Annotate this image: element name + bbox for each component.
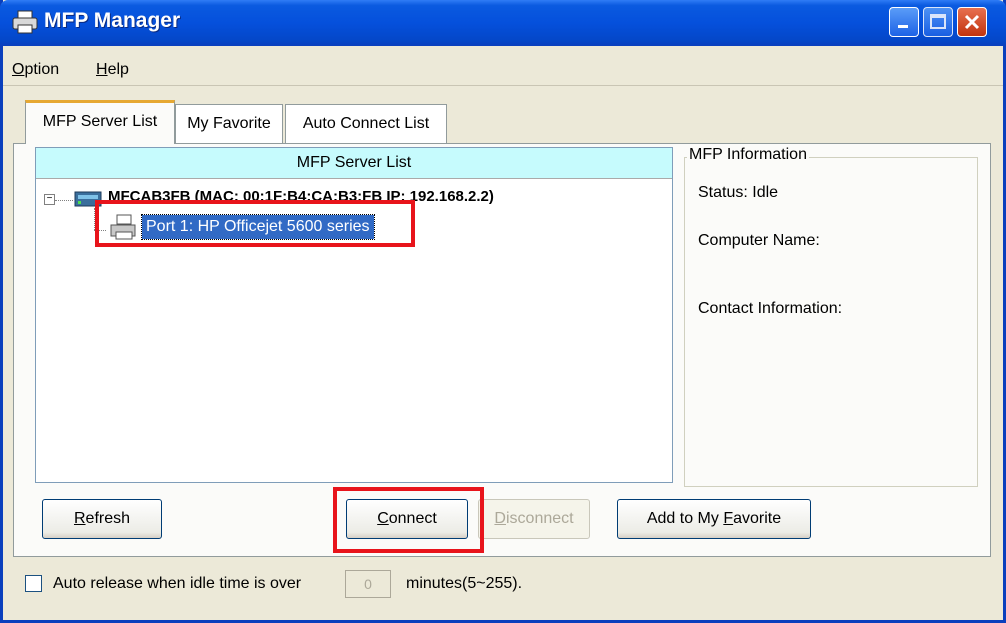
menu-help-mnemonic: H [96, 61, 108, 78]
refresh-label: efresh [85, 510, 131, 527]
disconnect-button[interactable]: Disconnect [478, 499, 590, 539]
menu-option-mnemonic: O [12, 61, 25, 78]
disconnect-mnemonic: D [494, 510, 506, 527]
tab-mfp-server-list[interactable]: MFP Server List [25, 100, 175, 144]
highlight-connect-box [333, 487, 484, 553]
idle-time-suffix: minutes(5~255). [406, 575, 523, 592]
refresh-mnemonic: R [73, 510, 86, 527]
favorite-mnemonic: F [723, 510, 734, 527]
server-list-tree[interactable]: MFP Server List − MFCAB3FB (MAC: 00:1F:B… [35, 147, 673, 483]
title-bar[interactable]: MFP Manager [0, 0, 1006, 46]
collapse-toggle[interactable]: − [44, 194, 55, 205]
highlight-port-box [95, 200, 415, 247]
computer-name-text: Computer Name: [698, 232, 820, 249]
favorite-label-prefix: Add to My [646, 510, 724, 527]
contact-info-text: Contact Information: [698, 300, 843, 317]
printer-icon [12, 10, 38, 34]
auto-release-label: Auto release when idle time is over [53, 575, 302, 592]
status-text: Status: Idle [698, 184, 779, 201]
auto-release-checkbox[interactable] [25, 575, 42, 592]
close-icon [964, 14, 980, 30]
tab-my-favorite[interactable]: My Favorite [175, 104, 283, 144]
window-title: MFP Manager [44, 9, 181, 32]
minimize-button[interactable] [889, 7, 919, 37]
menu-help[interactable]: Help [96, 61, 129, 79]
server-list-header: MFP Server List [36, 148, 672, 179]
refresh-button[interactable]: Refresh [42, 499, 162, 539]
idle-time-input[interactable]: 0 [345, 570, 391, 598]
menu-option-label: ption [24, 61, 60, 78]
maximize-button[interactable] [923, 7, 953, 37]
maximize-icon [930, 14, 946, 29]
mfp-info-group [684, 157, 978, 487]
menu-option[interactable]: Option [12, 61, 59, 79]
menu-help-label: elp [107, 61, 129, 78]
favorite-label: avorite [733, 510, 782, 527]
add-to-favorite-button[interactable]: Add to My Favorite [617, 499, 811, 539]
mfp-info-legend: MFP Information [687, 146, 809, 164]
app-window: MFP Manager Option Help MFP Server List … [0, 0, 1006, 623]
disconnect-label: isconnect [505, 510, 574, 527]
tree-connector [55, 200, 73, 201]
menu-bar: Option Help [3, 49, 1003, 86]
minimize-icon [898, 25, 908, 28]
close-button[interactable] [957, 7, 987, 37]
tab-auto-connect-list[interactable]: Auto Connect List [285, 104, 447, 144]
